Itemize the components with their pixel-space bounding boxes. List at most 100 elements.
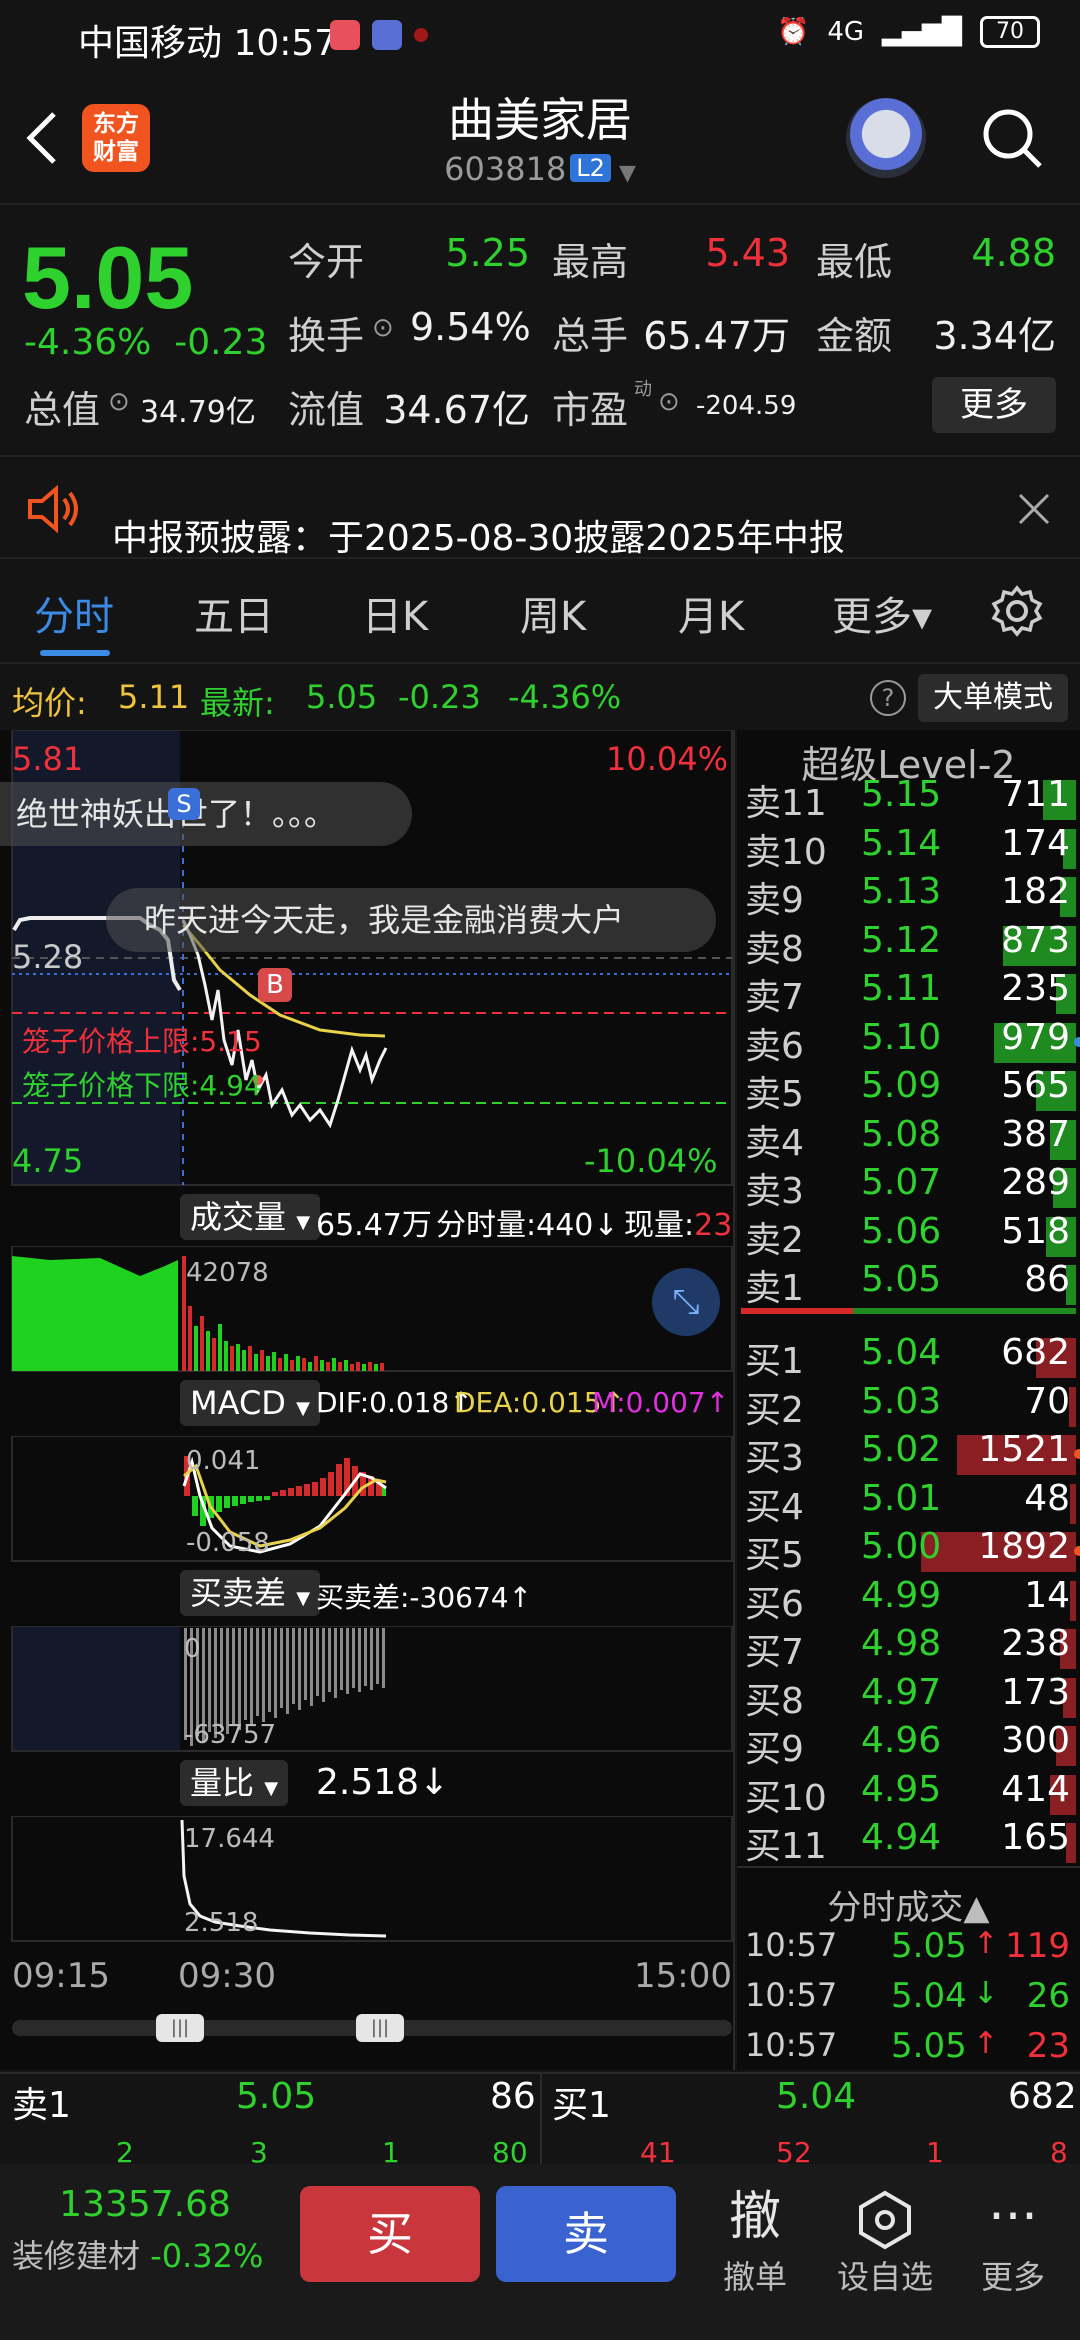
ask-row[interactable]: 卖10 5.14 174 <box>741 823 1076 873</box>
record-icon <box>414 28 428 42</box>
volume-now-label: 现量: <box>624 1208 695 1243</box>
bid-row[interactable]: 买9 4.96 300 <box>741 1720 1076 1770</box>
more-dots-icon: ··· <box>988 2187 1038 2247</box>
ask-row[interactable]: 卖6 5.10 979 <box>741 1016 1080 1067</box>
tick-volume: 119 <box>1005 1926 1070 1966</box>
buy-marker[interactable]: B <box>258 968 292 1002</box>
latest-pct: -4.36% <box>508 678 622 716</box>
level-price: 5.01 <box>861 1477 942 1519</box>
cancel-order-button[interactable]: 撤 撤单 <box>700 2182 810 2298</box>
ask-row[interactable]: 卖8 5.12 873 <box>741 920 1076 970</box>
buy-button[interactable]: 买 <box>300 2186 480 2282</box>
favorite-label: 设自选 <box>836 2258 933 2296</box>
buy-sell-top: 0 <box>184 1634 201 1664</box>
pe-info-icon[interactable]: ⊙ <box>658 387 680 417</box>
sector-index[interactable]: 13357.68 装修建材 -0.32% <box>0 2184 290 2277</box>
signal-icon: ▂▄▆█ <box>882 17 962 47</box>
volume-max: 42078 <box>186 1258 269 1288</box>
sell-marker[interactable]: S <box>168 788 200 820</box>
arrow-up-icon: ↑ <box>973 2026 999 2061</box>
level-volume: 1892 <box>978 1526 1070 1567</box>
bid-row[interactable]: 买3 5.02 1521 <box>741 1429 1080 1479</box>
ask-row[interactable]: 卖1 5.05 86 <box>741 1259 1076 1309</box>
ask-row[interactable]: 卖7 5.11 235 <box>741 968 1076 1018</box>
sell-button[interactable]: 卖 <box>496 2186 676 2282</box>
volume-indicator-selector[interactable]: 成交量 ▼ <box>180 1194 321 1240</box>
volume-ratio-frame <box>11 1816 733 1942</box>
ask-row[interactable]: 卖4 5.08 387 <box>741 1114 1076 1164</box>
macd-indicator-selector[interactable]: MACD ▼ <box>180 1380 320 1426</box>
help-icon[interactable]: ? <box>870 680 906 716</box>
bid-row[interactable]: 买8 4.97 173 <box>741 1671 1076 1722</box>
open-label: 今开 <box>288 240 365 284</box>
volume-value: 65.47万 <box>643 314 790 358</box>
change-pct: -4.36% <box>24 322 152 363</box>
bid-row[interactable]: 买7 4.98 238 <box>741 1623 1076 1673</box>
ask-row[interactable]: 卖3 5.07 289 <box>741 1162 1076 1212</box>
big-order-mode-button[interactable]: 大单模式 <box>918 674 1068 722</box>
ask-row[interactable]: 卖5 5.09 565 <box>741 1065 1076 1115</box>
bid-row[interactable]: 买11 4.94 165 <box>741 1817 1076 1867</box>
bid-row[interactable]: 买4 5.01 48 <box>741 1477 1076 1528</box>
danmaku-bubble[interactable]: 昨天进今天走，我是金融消费大户 <box>106 888 716 952</box>
expand-icon[interactable]: ⤡ <box>652 1268 720 1336</box>
chart-tabs: 分时 五日 日K 周K 月K 更多▾ <box>0 560 1080 664</box>
buy-sell-diff-selector[interactable]: 买卖差 ▼ <box>180 1570 321 1616</box>
turnover-info-icon[interactable]: ⊙ <box>372 313 394 343</box>
close-icon[interactable] <box>1016 491 1052 527</box>
bid-ask-divider-green <box>853 1308 1076 1314</box>
bid-row[interactable]: 买5 5.00 1892 <box>741 1526 1080 1576</box>
time-start: 09:15 <box>12 1956 110 1996</box>
order-book[interactable]: 超级Level-2 卖11 5.15 711 卖10 5.14 174 卖9 5.13 182 卖… <box>737 730 1080 2070</box>
ticks-title[interactable]: 分时成交▲ <box>737 1880 1080 1929</box>
bid-row[interactable]: 买6 4.99 14 <box>741 1575 1076 1625</box>
ask-row[interactable]: 卖2 5.06 518 <box>741 1211 1076 1261</box>
ask-row[interactable]: 卖9 5.13 182 <box>741 871 1076 921</box>
more-quote-button[interactable]: 更多 <box>932 377 1056 433</box>
compare-sell-vol: 86 <box>490 2076 536 2117</box>
tab-monthly-k[interactable]: 月K <box>678 584 744 642</box>
level-volume: 979 <box>1001 1016 1070 1058</box>
danmaku-bubble[interactable]: 绝世神妖出世了！。。。 <box>0 782 412 846</box>
tab-weekly-k[interactable]: 周K <box>520 584 586 642</box>
tab-intraday[interactable]: 分时 <box>34 584 114 642</box>
cage-lower-label: 笼子价格下限:4.94 <box>22 1069 262 1102</box>
stock-header: 东方 财富 曲美家居 603818 L2 ▼ <box>0 70 1080 205</box>
macd-chart[interactable] <box>0 1436 735 1566</box>
search-icon[interactable] <box>980 106 1044 170</box>
tab-more[interactable]: 更多▾ <box>832 584 932 642</box>
level-price: 5.11 <box>861 968 942 1009</box>
cancel-icon: 撤 <box>728 2187 781 2247</box>
bid-ask-divider-red <box>741 1308 853 1314</box>
add-favorite-button[interactable]: 设自选 <box>830 2182 940 2298</box>
gear-icon[interactable] <box>990 584 1044 638</box>
macd-m: M:0.007↑ <box>592 1386 730 1419</box>
order-dot-icon <box>1074 1449 1080 1459</box>
intraday-chart-area[interactable]: 5.81 10.04% 5.28 4.75 -10.04% 绝世神妖出世了！。。… <box>0 730 735 2070</box>
range-handle-right[interactable]: ||| <box>356 2014 404 2042</box>
range-handle-left[interactable]: ||| <box>156 2014 204 2042</box>
notice-banner[interactable]: 中报预披露：于2025-08-30披露2025年中报 <box>0 459 1080 559</box>
buy-sell-diff-chart[interactable] <box>0 1626 735 1756</box>
volume-ratio-chart[interactable] <box>0 1816 735 1946</box>
level-label: 卖8 <box>745 928 804 970</box>
volume-chart[interactable] <box>0 1246 735 1376</box>
mktcap-info-icon[interactable]: ⊙ <box>108 387 130 417</box>
tab-five-day[interactable]: 五日 <box>194 584 274 642</box>
low-value: 4.88 <box>971 231 1056 275</box>
more-actions-button[interactable]: ··· 更多 <box>958 2182 1068 2298</box>
bid-row[interactable]: 买2 5.03 70 <box>741 1381 1076 1431</box>
tab-daily-k[interactable]: 日K <box>362 584 428 642</box>
mktcap-value: 34.79亿 <box>140 395 256 430</box>
bid-row[interactable]: 买10 4.95 414 <box>741 1768 1076 1819</box>
robot-assistant-icon[interactable] <box>846 98 926 178</box>
tick-price: 5.05 <box>891 1926 967 1966</box>
ask-row[interactable]: 卖11 5.15 711 <box>741 774 1076 824</box>
level-volume: 414 <box>1001 1768 1070 1810</box>
chart-top-price: 5.81 <box>12 740 84 778</box>
bid-row[interactable]: 买1 5.04 682 <box>741 1332 1076 1382</box>
level-price: 5.00 <box>861 1526 942 1567</box>
level-volume: 173 <box>1001 1671 1070 1713</box>
network-label: 4G <box>827 17 865 47</box>
volume-ratio-selector[interactable]: 量比 ▼ <box>180 1760 289 1806</box>
